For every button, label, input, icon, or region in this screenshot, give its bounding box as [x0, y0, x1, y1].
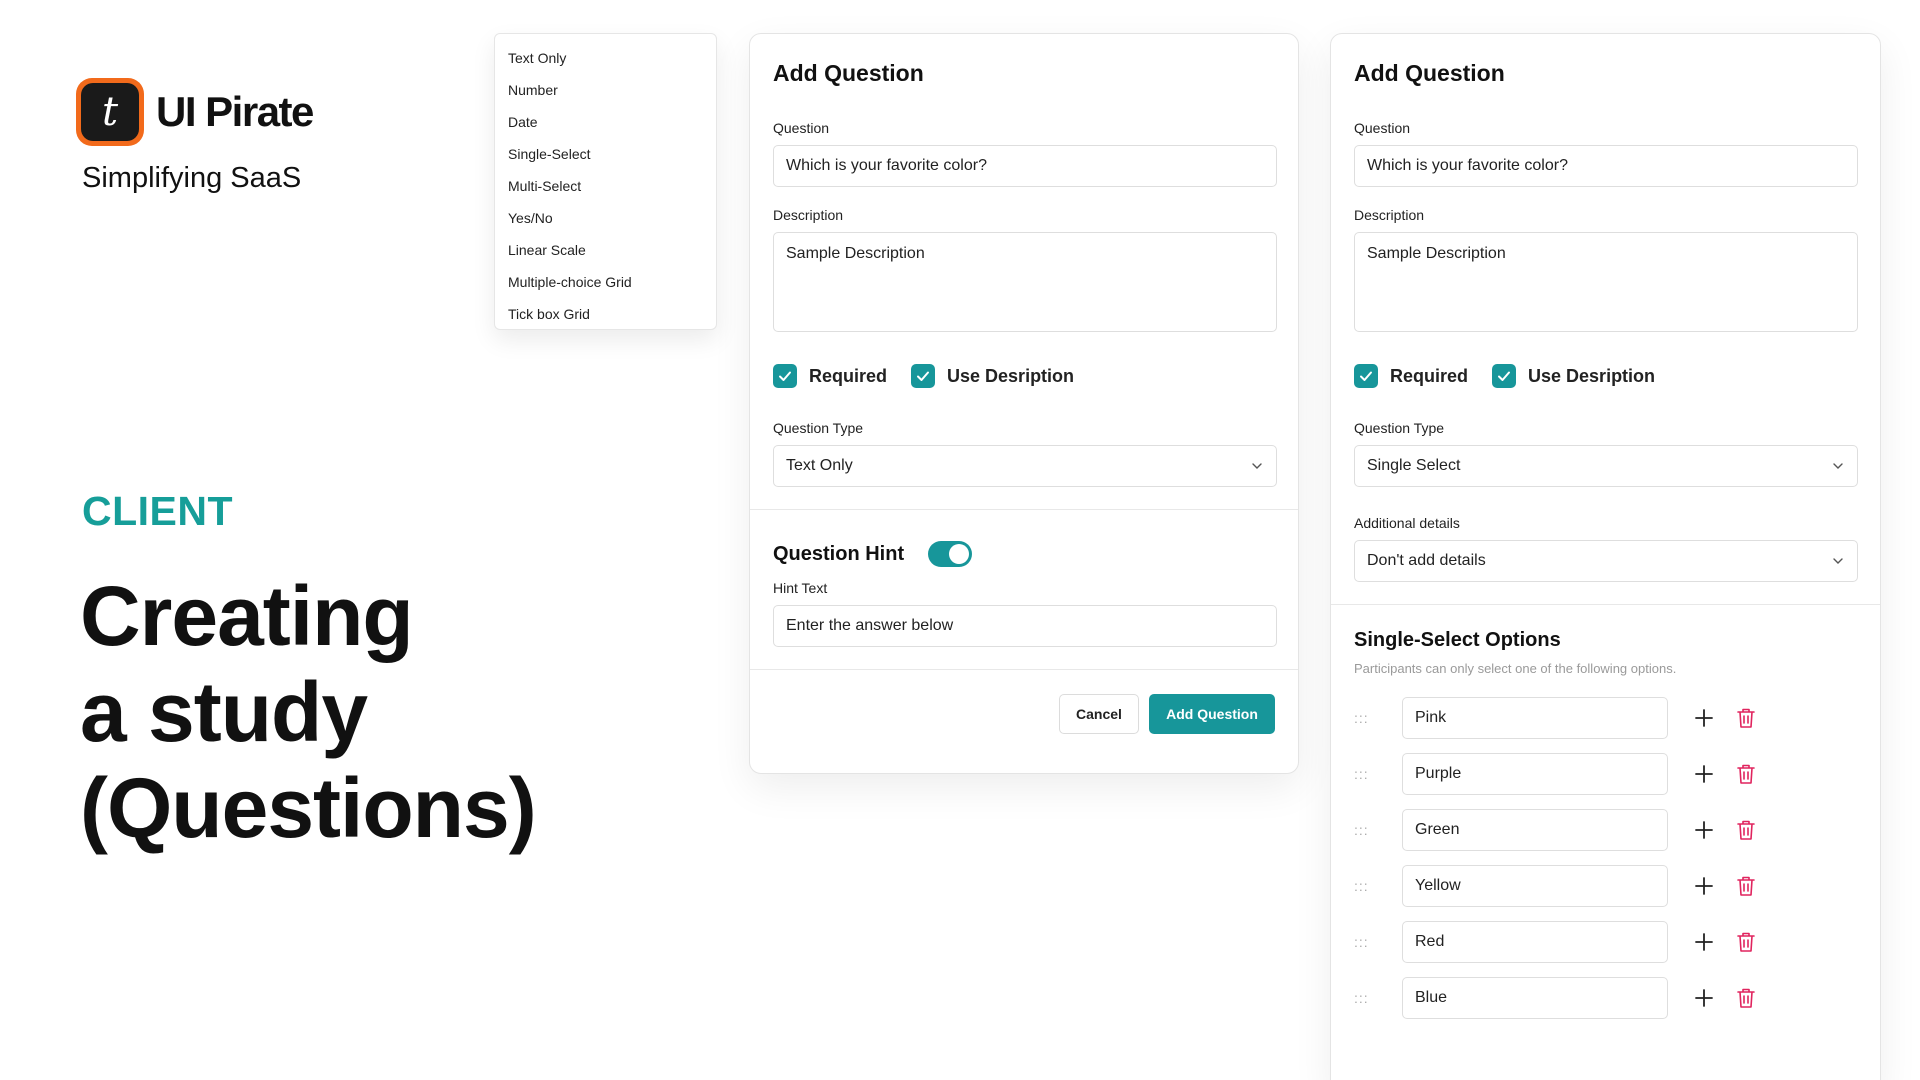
card-title: Add Question	[1354, 60, 1505, 86]
option-row: ::: Green	[1354, 809, 1857, 851]
menu-item-number[interactable]: Number	[495, 74, 716, 106]
drag-handle-icon[interactable]: :::	[1354, 766, 1402, 782]
plus-icon[interactable]	[1689, 871, 1719, 901]
trash-icon[interactable]	[1731, 703, 1761, 733]
check-icon	[773, 364, 797, 388]
menu-item-multi-select[interactable]: Multi-Select	[495, 170, 716, 202]
plus-icon[interactable]	[1689, 815, 1719, 845]
question-label: Question	[773, 120, 830, 136]
question-input[interactable]: Which is your favorite color?	[1354, 145, 1858, 187]
question-type-select[interactable]: Text Only	[773, 445, 1277, 487]
drag-handle-icon[interactable]: :::	[1354, 878, 1402, 894]
logo: t	[76, 78, 144, 146]
plus-icon[interactable]	[1689, 703, 1719, 733]
menu-item-date[interactable]: Date	[495, 106, 716, 138]
required-checkbox[interactable]: Required	[1354, 364, 1468, 388]
hint-title: Question Hint	[773, 542, 905, 565]
use-description-label: Use Desription	[947, 365, 1075, 386]
required-checkbox[interactable]: Required	[773, 364, 887, 388]
option-input[interactable]: Red	[1402, 921, 1668, 963]
options-subtitle: Participants can only select one of the …	[1354, 661, 1677, 676]
menu-item-single-select[interactable]: Single-Select	[495, 138, 716, 170]
trash-icon[interactable]	[1731, 815, 1761, 845]
description-label: Description	[773, 207, 844, 223]
option-input[interactable]: Green	[1402, 809, 1668, 851]
option-input[interactable]: Purple	[1402, 753, 1668, 795]
eyebrow: CLIENT	[82, 488, 234, 534]
hint-text-label: Hint Text	[773, 580, 828, 596]
chevron-down-icon	[1252, 463, 1262, 469]
question-label: Question	[1354, 120, 1411, 136]
additional-details-label: Additional details	[1354, 515, 1460, 531]
menu-item-yes-no[interactable]: Yes/No	[495, 202, 716, 234]
option-input[interactable]: Yellow	[1402, 865, 1668, 907]
required-label: Required	[1390, 365, 1469, 386]
menu-item-text-only[interactable]: Text Only	[495, 42, 716, 74]
trash-icon[interactable]	[1731, 759, 1761, 789]
trash-icon[interactable]	[1731, 927, 1761, 957]
card-title: Add Question	[773, 60, 924, 86]
menu-item-linear-scale[interactable]: Linear Scale	[495, 234, 716, 266]
drag-handle-icon[interactable]: :::	[1354, 990, 1402, 1006]
use-description-checkbox[interactable]: Use Desription	[1492, 364, 1655, 388]
tagline: Simplifying SaaS	[82, 162, 302, 194]
add-question-card-single-select: Add Question Question Which is your favo…	[1330, 33, 1881, 1080]
option-row: ::: Pink	[1354, 697, 1857, 739]
option-row: ::: Red	[1354, 921, 1857, 963]
drag-handle-icon[interactable]: :::	[1354, 822, 1402, 838]
description-textarea[interactable]: Sample Description	[773, 232, 1277, 332]
logo-mark: t	[81, 83, 139, 141]
option-row: ::: Purple	[1354, 753, 1857, 795]
option-row: ::: Yellow	[1354, 865, 1857, 907]
additional-details-value: Don't add details	[1367, 552, 1486, 569]
question-type-select[interactable]: Single Select	[1354, 445, 1858, 487]
chevron-down-icon	[1833, 558, 1843, 564]
drag-handle-icon[interactable]: :::	[1354, 710, 1402, 726]
drag-handle-icon[interactable]: :::	[1354, 934, 1402, 950]
plus-icon[interactable]	[1689, 983, 1719, 1013]
option-row: ::: Blue	[1354, 977, 1857, 1019]
required-label: Required	[809, 365, 888, 386]
headline-line: Creating	[80, 569, 414, 663]
question-type-menu: Text Only Number Date Single-Select Mult…	[494, 33, 717, 330]
plus-icon[interactable]	[1689, 927, 1719, 957]
description-textarea[interactable]: Sample Description	[1354, 232, 1858, 332]
trash-icon[interactable]	[1731, 871, 1761, 901]
plus-icon[interactable]	[1689, 759, 1719, 789]
menu-item-tick-box-grid[interactable]: Tick box Grid	[495, 298, 716, 330]
add-question-card-text: Add Question Question Which is your favo…	[749, 33, 1299, 774]
brand-name: UI Pirate	[156, 88, 314, 135]
trash-icon[interactable]	[1731, 983, 1761, 1013]
additional-details-select[interactable]: Don't add details	[1354, 540, 1858, 582]
check-icon	[1354, 364, 1378, 388]
hint-text-input[interactable]: Enter the answer below	[773, 605, 1277, 647]
use-description-checkbox[interactable]: Use Desription	[911, 364, 1074, 388]
check-icon	[911, 364, 936, 388]
chevron-down-icon	[1833, 463, 1843, 469]
toggle-knob	[949, 544, 970, 564]
question-type-value: Single Select	[1367, 457, 1461, 474]
headline-line: a study	[80, 665, 368, 759]
check-icon	[1492, 364, 1517, 388]
description-label: Description	[1354, 207, 1425, 223]
menu-item-multiple-choice-grid[interactable]: Multiple-choice Grid	[495, 266, 716, 298]
question-input[interactable]: Which is your favorite color?	[773, 145, 1277, 187]
question-type-value: Text Only	[786, 457, 853, 474]
cancel-button[interactable]: Cancel	[1059, 694, 1139, 734]
brand: t UI Pirate	[76, 78, 314, 146]
use-description-label: Use Desription	[1528, 365, 1656, 386]
hint-toggle[interactable]	[928, 541, 973, 567]
option-input[interactable]: Pink	[1402, 697, 1668, 739]
question-type-label: Question Type	[1354, 420, 1445, 436]
add-question-button[interactable]: Add Question	[1149, 694, 1275, 734]
headline-line: (Questions)	[80, 761, 537, 855]
options-title: Single-Select Options	[1354, 629, 1561, 651]
question-type-label: Question Type	[773, 420, 864, 436]
headline: Creating a study (Questions)	[80, 568, 537, 856]
option-input[interactable]: Blue	[1402, 977, 1668, 1019]
